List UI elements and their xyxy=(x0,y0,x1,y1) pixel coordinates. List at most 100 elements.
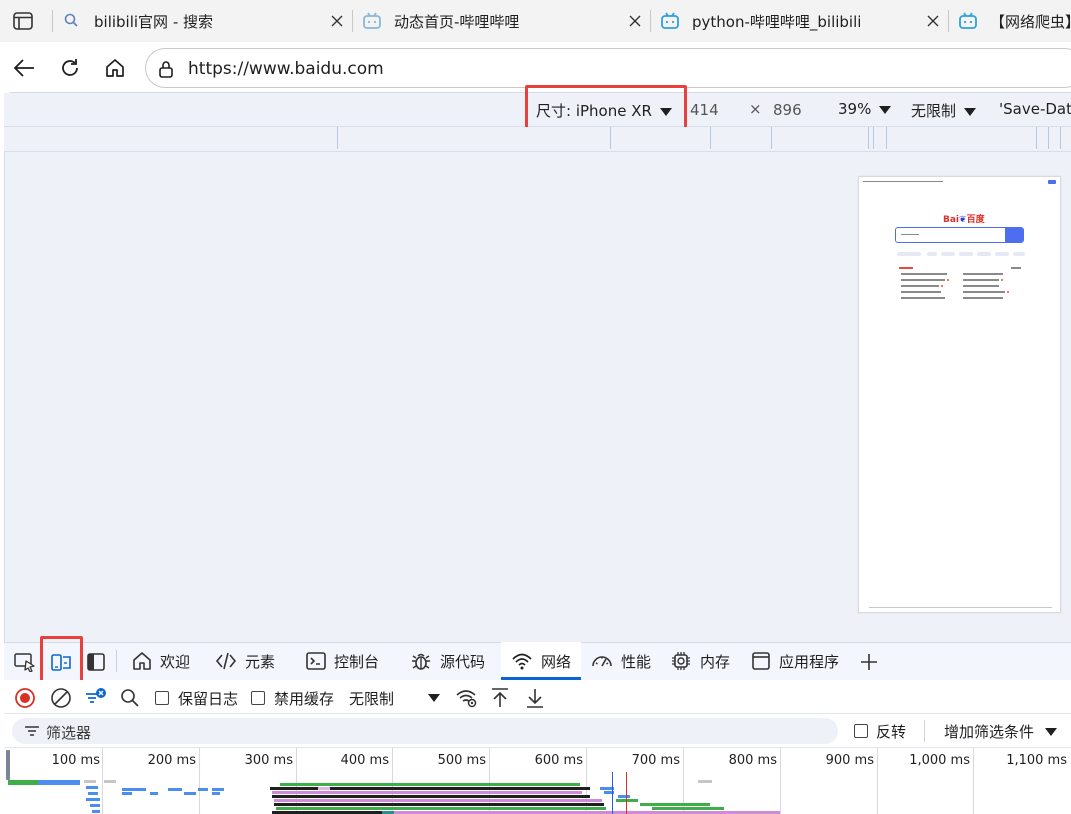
ruler-tick[interactable] xyxy=(1060,127,1061,149)
record-icon[interactable] xyxy=(13,686,37,710)
login-button[interactable] xyxy=(1048,180,1056,184)
save-data-dropdown[interactable]: 'Save-Data xyxy=(999,100,1071,118)
shortcut-chip[interactable] xyxy=(927,252,937,256)
preserve-log-checkbox[interactable] xyxy=(155,691,169,705)
shortcut-chip[interactable] xyxy=(897,252,921,256)
network-conditions-icon[interactable] xyxy=(455,686,479,710)
shortcut-chip[interactable] xyxy=(1013,252,1025,256)
caret-down-icon[interactable] xyxy=(428,694,440,702)
tab-welcome[interactable]: 欢迎 xyxy=(122,642,200,680)
request-bar xyxy=(640,803,710,806)
request-bar xyxy=(272,795,590,798)
add-filter-dropdown[interactable]: 增加筛选条件 xyxy=(944,721,1034,742)
tab-performance[interactable]: 性能 xyxy=(581,642,661,680)
ruler-tick[interactable] xyxy=(1036,127,1037,149)
tab-console[interactable]: 控制台 xyxy=(296,642,389,680)
tab-network[interactable]: 网络 xyxy=(501,642,582,680)
zoom-dropdown[interactable]: 39% xyxy=(838,100,892,118)
device-width-input[interactable] xyxy=(690,100,730,120)
hot-search-item[interactable] xyxy=(901,279,945,281)
ruler-tick[interactable] xyxy=(337,127,338,149)
ruler-tick[interactable] xyxy=(710,127,711,149)
browser-tab-python-bilibili[interactable]: python-哔哩哔哩_bilibili xyxy=(650,0,948,42)
search-box[interactable] xyxy=(895,227,1024,243)
disable-cache-checkbox[interactable] xyxy=(251,691,265,705)
hot-search-refresh[interactable] xyxy=(1011,267,1021,269)
tab-label: 内存 xyxy=(700,652,731,671)
shortcut-chip[interactable] xyxy=(977,252,991,256)
timeline-tick-label: 1,000 ms xyxy=(909,753,970,768)
refresh-icon[interactable] xyxy=(56,54,84,82)
throttle-dropdown[interactable]: 无限制 xyxy=(911,100,977,121)
request-bar xyxy=(318,787,330,790)
home-icon[interactable] xyxy=(101,54,129,82)
request-bar xyxy=(122,788,146,791)
tab-elements[interactable]: 元素 xyxy=(205,642,285,680)
ruler-tick[interactable] xyxy=(1048,127,1049,149)
hot-search-item[interactable] xyxy=(901,291,941,293)
hot-search-item[interactable] xyxy=(963,279,999,281)
invert-label: 反转 xyxy=(876,723,907,741)
plus-icon[interactable] xyxy=(856,650,882,674)
request-bar xyxy=(212,788,224,791)
close-tab-icon[interactable] xyxy=(924,12,942,30)
request-bar xyxy=(88,792,98,795)
ruler-tick[interactable] xyxy=(610,127,611,149)
filter-settings-icon[interactable] xyxy=(84,686,108,710)
timeline-tick-label: 200 ms xyxy=(147,753,196,768)
timeline-left-handle[interactable] xyxy=(6,750,10,780)
hot-search-item[interactable] xyxy=(901,273,947,275)
network-throttle-dropdown[interactable]: 无限制 xyxy=(349,688,394,709)
filter-input[interactable]: 筛选器 xyxy=(12,718,838,744)
ruler-tick[interactable] xyxy=(873,127,874,149)
browser-tab-dynamic-home[interactable]: 动态首页-哔哩哔哩 xyxy=(352,0,650,42)
close-tab-icon[interactable] xyxy=(626,12,644,30)
device-height-input[interactable] xyxy=(773,100,813,120)
lock-icon[interactable] xyxy=(158,60,174,78)
hot-search-item[interactable] xyxy=(963,273,1003,275)
export-har-icon[interactable] xyxy=(523,686,547,710)
timeline-tick-label: 700 ms xyxy=(631,753,680,768)
address-bar[interactable]: https://www.baidu.com xyxy=(145,48,1071,88)
timeline-gridline xyxy=(102,748,103,814)
tab-sources[interactable]: 源代码 xyxy=(400,642,495,680)
ruler-tick[interactable] xyxy=(886,127,887,149)
hot-search-heading xyxy=(899,267,913,269)
search-icon[interactable] xyxy=(118,686,142,710)
dock-side-icon[interactable] xyxy=(83,650,109,674)
tab-actions-icon[interactable] xyxy=(10,9,36,33)
shortcut-chip[interactable] xyxy=(941,252,955,256)
hot-search-item[interactable] xyxy=(901,285,939,287)
ruler-tick[interactable] xyxy=(868,127,869,149)
timeline-tick-label: 600 ms xyxy=(534,753,583,768)
gauge-icon xyxy=(591,651,613,671)
hot-search-item[interactable] xyxy=(901,297,945,299)
caret-down-icon[interactable] xyxy=(1045,728,1057,736)
request-bar xyxy=(184,792,196,795)
request-bar xyxy=(212,792,220,795)
clear-icon[interactable] xyxy=(49,686,73,710)
back-arrow-icon[interactable] xyxy=(10,54,38,82)
bilibili-icon xyxy=(958,11,978,31)
hot-search-item[interactable] xyxy=(963,285,999,287)
tab-memory[interactable]: 内存 xyxy=(660,642,740,680)
shortcut-chip[interactable] xyxy=(995,252,1009,256)
shortcut-chip[interactable] xyxy=(959,252,973,256)
close-tab-icon[interactable] xyxy=(328,12,346,30)
invert-checkbox[interactable] xyxy=(854,724,868,738)
emulated-phone-page[interactable]: Bai❦百度 xyxy=(858,176,1061,613)
search-button[interactable] xyxy=(1005,228,1023,242)
inspect-element-icon[interactable] xyxy=(12,650,38,674)
browser-tab-bilibili-search[interactable]: bilibili官网 - 搜索 xyxy=(52,0,352,42)
hot-search-item[interactable] xyxy=(963,291,1005,293)
window-icon xyxy=(751,651,771,671)
hot-search-item[interactable] xyxy=(963,297,1003,299)
logo-text-right: 百度 xyxy=(966,215,985,225)
tab-application[interactable]: 应用程序 xyxy=(741,642,849,680)
import-har-icon[interactable] xyxy=(488,686,512,710)
browser-tab-web-crawler[interactable]: 【网络爬虫】 xyxy=(948,0,1071,42)
throttle-value: 无限制 xyxy=(911,102,957,120)
ruler-tick[interactable] xyxy=(771,127,772,149)
timeline-tick-label: 400 ms xyxy=(340,753,389,768)
chip-icon xyxy=(670,650,692,672)
